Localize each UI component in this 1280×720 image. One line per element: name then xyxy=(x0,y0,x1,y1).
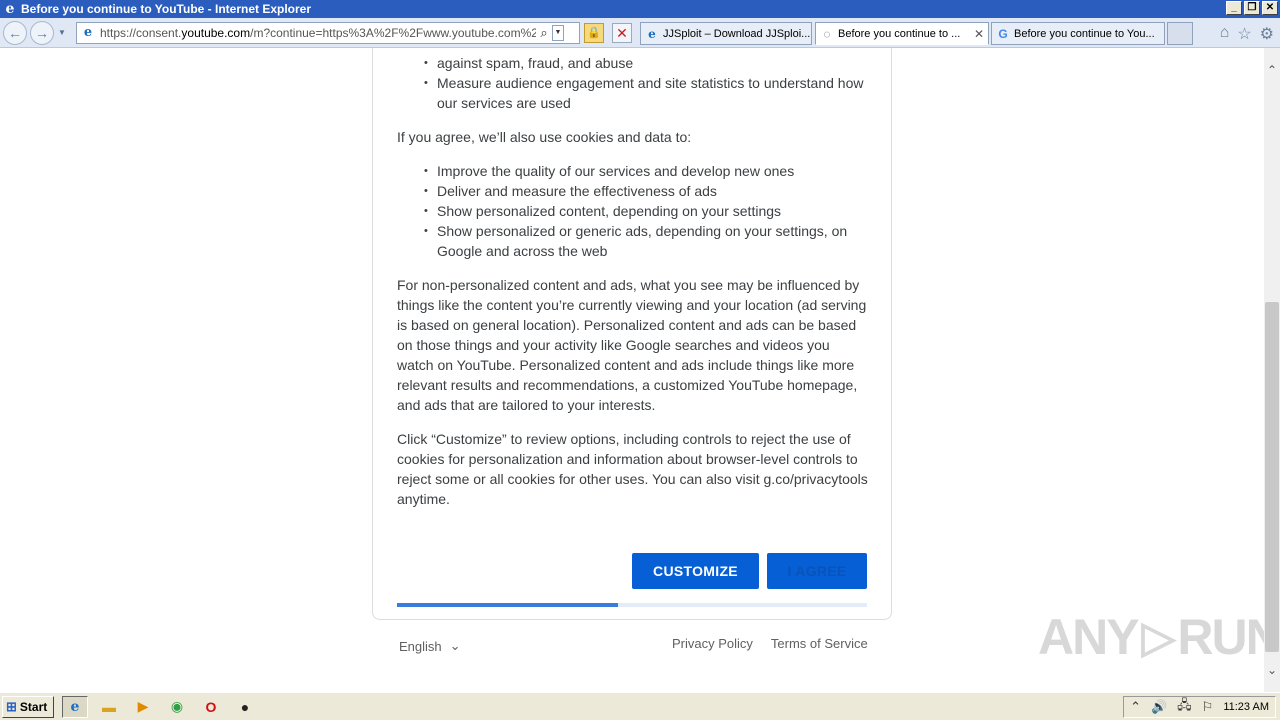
scroll-thumb[interactable] xyxy=(1265,302,1279,652)
progress-bar xyxy=(397,603,867,607)
list-item: Show personalized or generic ads, depend… xyxy=(397,221,869,261)
terms-of-service-link[interactable]: Terms of Service xyxy=(771,636,868,651)
list-item: Measure audience engagement and site sta… xyxy=(397,73,869,113)
forward-button[interactable]: → xyxy=(30,20,54,45)
lock-icon[interactable]: 🔒 xyxy=(584,23,604,43)
title-bar: e Before you continue to YouTube - Inter… xyxy=(0,0,1280,18)
app-taskbar-icon[interactable]: ● xyxy=(232,696,258,718)
history-dropdown-icon[interactable]: ▼ xyxy=(58,28,66,37)
home-icon[interactable]: ⌂ xyxy=(1220,24,1230,44)
language-label: English xyxy=(399,638,442,654)
tab-before-you-continue-active[interactable]: ◌ Before you continue to ... ✕ xyxy=(815,22,989,45)
list-item: Deliver and measure the effectiveness of… xyxy=(397,181,869,201)
list-item: against spam, fraud, and abuse xyxy=(397,53,869,73)
play-icon: ▷ xyxy=(1141,612,1176,662)
favorites-icon[interactable]: ☆ xyxy=(1237,24,1251,44)
agree-button[interactable]: I AGREE xyxy=(767,553,867,589)
media-player-taskbar-icon[interactable]: ▶ xyxy=(130,696,156,718)
list-item: Show personalized content, depending on … xyxy=(397,201,869,221)
action-center-flag-icon[interactable]: ⚐ xyxy=(1202,699,1214,715)
page-icon: e xyxy=(83,25,93,40)
loading-spinner-icon: ◌ xyxy=(823,26,831,41)
progress-bar-fill xyxy=(397,603,618,607)
agree-intro: If you agree, we’ll also use cookies and… xyxy=(397,129,692,145)
clock[interactable]: 11:23 AM xyxy=(1223,701,1269,713)
search-icon[interactable]: ⌕ xyxy=(536,25,552,41)
address-dropdown-icon[interactable]: ▼ xyxy=(552,25,564,41)
tab-close-icon[interactable]: ✕ xyxy=(974,27,984,41)
minimize-button[interactable]: _ xyxy=(1226,1,1242,15)
privacy-policy-link[interactable]: Privacy Policy xyxy=(672,636,753,651)
ie-tab-icon: e xyxy=(648,26,656,41)
close-button[interactable]: ✕ xyxy=(1262,1,1278,15)
volume-icon[interactable]: 🔊 xyxy=(1151,699,1167,715)
system-tray: ⌃ 🔊 🖧 ⚐ 11:23 AM xyxy=(1123,696,1276,718)
page-content: against spam, fraud, and abuse Measure a… xyxy=(0,48,1264,692)
opera-taskbar-icon[interactable]: O xyxy=(198,696,224,718)
tab-label: Before you continue to You... xyxy=(1014,27,1155,40)
url-text[interactable]: https://consent.youtube.com/m?continue=h… xyxy=(100,26,536,40)
tab-label: Before you continue to ... xyxy=(838,27,961,40)
chevron-down-icon: ⌄ xyxy=(449,638,461,653)
customize-paragraph: Click “Customize” to review options, inc… xyxy=(397,431,868,507)
tab-label: JJSploit – Download JJSploi... xyxy=(663,27,811,40)
tab-jjsploit[interactable]: e JJSploit – Download JJSploi... xyxy=(640,22,812,45)
back-button[interactable]: ← xyxy=(3,20,27,45)
scroll-up-icon[interactable]: ⌃ xyxy=(1264,62,1280,78)
vertical-scrollbar[interactable]: ⌃ ⌄ xyxy=(1264,48,1280,692)
chrome-taskbar-icon[interactable]: ◉ xyxy=(164,696,190,718)
tray-expand-icon[interactable]: ⌃ xyxy=(1130,699,1141,715)
google-tab-icon: G xyxy=(998,26,1008,41)
folder-taskbar-icon[interactable]: ▬ xyxy=(96,696,122,718)
settings-icon[interactable]: ⚙ xyxy=(1260,24,1274,44)
taskbar: ⊞ Start e ▬ ▶ ◉ O ● ⌃ 🔊 🖧 ⚐ 11:23 AM xyxy=(0,692,1280,720)
ie-taskbar-icon[interactable]: e xyxy=(62,695,88,718)
start-button[interactable]: ⊞ Start xyxy=(2,695,54,718)
anyrun-watermark: ANY ▷ RUN xyxy=(1038,609,1264,665)
consent-text: against spam, fraud, and abuse Measure a… xyxy=(397,48,869,523)
restore-button[interactable]: ❐ xyxy=(1244,1,1260,15)
list-item: Improve the quality of our services and … xyxy=(397,161,869,181)
network-icon[interactable]: 🖧 xyxy=(1177,696,1192,718)
stop-button[interactable]: ✕ xyxy=(612,23,632,43)
non-personalized-paragraph: For non-personalized content and ads, wh… xyxy=(397,277,867,413)
address-bar[interactable]: e https://consent.youtube.com/m?continue… xyxy=(76,22,580,44)
customize-button[interactable]: CUSTOMIZE xyxy=(632,553,759,589)
ie-logo-icon: e xyxy=(5,1,15,17)
new-tab-button[interactable] xyxy=(1167,22,1193,45)
tab-before-you-continue-google[interactable]: G Before you continue to You... xyxy=(991,22,1165,45)
windows-logo-icon: ⊞ xyxy=(6,698,17,714)
scroll-down-icon[interactable]: ⌄ xyxy=(1264,662,1280,678)
language-selector[interactable]: English ⌄ xyxy=(399,638,461,654)
window-title: Before you continue to YouTube - Interne… xyxy=(21,2,312,16)
